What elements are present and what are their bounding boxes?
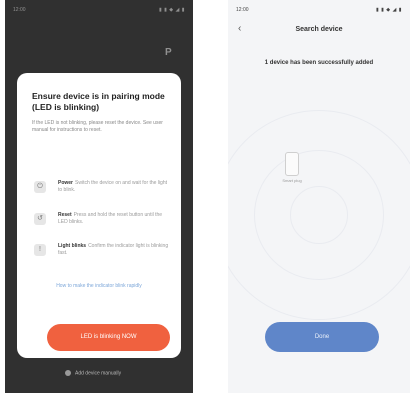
device-label: Smart plug: [282, 178, 302, 183]
plug-icon: [285, 152, 299, 176]
search-device-screen: 12:00 ▮ ▮ ◆ ◢ ▮ ‹ Search device 1 device…: [228, 0, 410, 393]
help-link[interactable]: How to make the indicator blink rapidly: [17, 283, 181, 289]
step-text: Press and hold the reset button until th…: [58, 212, 163, 225]
found-device[interactable]: Smart plug: [281, 152, 303, 183]
step-title: Light blinks: [58, 243, 87, 249]
status-icons: ▮ ▮ ◆ ◢ ▮: [375, 7, 402, 13]
status-time: 12:00: [236, 7, 249, 13]
add-manually-link[interactable]: Add device manually: [65, 370, 121, 376]
footer-label: Add device manually: [75, 370, 122, 377]
step-text: Switch the device on and wait for the li…: [58, 180, 168, 193]
done-button[interactable]: Done: [265, 322, 379, 352]
step-title: Reset: [58, 212, 72, 218]
status-bar: 12:00 ▮ ▮ ◆ ◢ ▮: [228, 0, 410, 18]
radar-ring-inner: [290, 186, 348, 244]
pairing-mode-screen: 12:00 ▮ ▮ ◆ ◢ ▮ P Ensure device is in pa…: [5, 0, 193, 393]
add-icon: [65, 370, 71, 376]
pairing-modal: Ensure device is in pairing mode (LED is…: [17, 73, 181, 358]
step-title: Power: [58, 180, 74, 186]
confirm-blinking-button[interactable]: LED is blinking NOW: [47, 324, 170, 351]
step-power: ⏻ Power Switch the device on and wait for…: [32, 178, 172, 198]
modal-title: Ensure device is in pairing mode (LED is…: [32, 91, 165, 112]
power-icon: ⏻: [34, 181, 46, 193]
reset-icon: ↺: [34, 213, 46, 225]
step-reset: ↺ Reset Press and hold the reset button u…: [32, 210, 172, 230]
modal-description: If the LED is not blinking, please reset…: [32, 120, 163, 133]
page-title: Search device: [295, 26, 343, 33]
success-message: 1 device has been successfully added: [264, 60, 374, 66]
step-light: ! Light blinks Confirm the indicator ligh…: [32, 241, 172, 261]
light-icon: !: [34, 244, 46, 256]
